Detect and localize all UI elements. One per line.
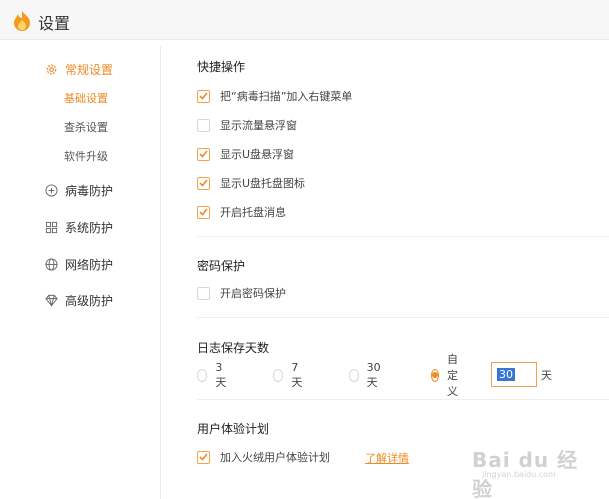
option-label: 加入火绒用户体验计划	[220, 451, 330, 464]
learn-more-link[interactable]: 了解详情	[365, 450, 409, 466]
sidebar-item-label: 系统防护	[65, 220, 114, 235]
days-unit-label: 天	[541, 369, 552, 382]
radio-7-days[interactable]: 7天	[273, 361, 305, 389]
sidebar-item-label: 常规设置	[65, 62, 114, 77]
section-title-quick: 快捷操作	[197, 60, 246, 74]
sidebar-item-system[interactable]: 系统防护	[44, 217, 113, 237]
checkbox[interactable]	[197, 205, 210, 219]
option-label: 开启密码保护	[220, 287, 286, 300]
radio-label: 3天	[215, 360, 227, 389]
checkbox[interactable]	[197, 89, 210, 103]
subitem-upgrade[interactable]: 软件升级	[64, 147, 108, 165]
section-divider	[197, 236, 609, 237]
title-bar: 设置	[0, 0, 609, 40]
option-label: 把“病毒扫描”加入右键菜单	[220, 90, 353, 103]
option-tray-messages[interactable]: 开启托盘消息	[197, 204, 286, 220]
subitem-scan[interactable]: 查杀设置	[64, 118, 108, 136]
option-label: 显示U盘托盘图标	[220, 177, 306, 190]
option-ux-program[interactable]: 加入火绒用户体验计划	[197, 449, 330, 465]
option-label: 开启托盘消息	[220, 206, 286, 219]
radio-label: 自定义	[447, 353, 458, 398]
subitem-label: 基础设置	[64, 92, 108, 105]
checkbox[interactable]	[197, 450, 210, 464]
fire-logo-icon	[14, 11, 30, 31]
checkbox[interactable]	[197, 147, 210, 161]
settings-content: 快捷操作 把“病毒扫描”加入右键菜单 显示流量悬浮窗 显示U盘悬浮窗 显示U盘托…	[161, 40, 609, 499]
radio-label: 7天	[291, 360, 303, 389]
radio-3-days[interactable]: 3天	[197, 361, 229, 389]
subitem-label: 查杀设置	[64, 121, 108, 134]
grid-icon	[44, 220, 58, 234]
section-divider	[197, 317, 609, 318]
option-label: 显示流量悬浮窗	[220, 119, 297, 132]
sidebar-item-label: 病毒防护	[65, 183, 114, 198]
option-usb-tray-icon[interactable]: 显示U盘托盘图标	[197, 175, 305, 191]
radio-dot[interactable]	[273, 368, 284, 382]
sidebar-item-virus[interactable]: 病毒防护	[44, 180, 113, 200]
subitem-basic[interactable]: 基础设置	[64, 89, 108, 107]
watermark-subtext: jingyan.baidu.com	[482, 470, 556, 479]
section-title-ux: 用户体验计划	[197, 422, 270, 436]
sidebar-item-network[interactable]: 网络防护	[44, 254, 113, 274]
radio-dot[interactable]	[197, 368, 208, 382]
custom-days-input[interactable]: 30	[491, 362, 537, 387]
sidebar-item-advanced[interactable]: 高级防护	[44, 290, 113, 310]
sidebar-item-general[interactable]: 常规设置	[44, 59, 113, 79]
option-usb-float[interactable]: 显示U盘悬浮窗	[197, 146, 294, 162]
checkbox[interactable]	[197, 176, 210, 190]
option-label: 显示U盘悬浮窗	[220, 148, 295, 161]
radio-30-days[interactable]: 30天	[349, 361, 384, 389]
section-title-password: 密码保护	[197, 259, 246, 273]
sidebar-item-label: 网络防护	[65, 257, 114, 272]
radio-dot[interactable]	[349, 368, 359, 382]
sidebar: 常规设置 基础设置 查杀设置 软件升级 病毒防护 系统防护 网络防护 高级防护	[0, 40, 160, 499]
subitem-label: 软件升级	[64, 150, 108, 163]
section-divider	[197, 399, 609, 400]
checkbox[interactable]	[197, 118, 210, 132]
baidu-watermark: Bai du 经验 jingyan.baidu.com	[472, 438, 590, 499]
option-password-protect[interactable]: 开启密码保护	[197, 285, 286, 301]
plus-circle-icon	[44, 183, 58, 197]
section-title-log: 日志保存天数	[197, 341, 270, 355]
radio-label: 30天	[366, 360, 381, 389]
option-scan-context-menu[interactable]: 把“病毒扫描”加入右键菜单	[197, 88, 352, 104]
checkbox[interactable]	[197, 286, 210, 300]
diamond-icon	[44, 293, 58, 307]
globe-icon	[44, 257, 58, 271]
radio-custom-days[interactable]: 自定义	[431, 353, 463, 398]
window-title: 设置	[38, 14, 71, 33]
radio-dot[interactable]	[431, 368, 439, 382]
option-traffic-float[interactable]: 显示流量悬浮窗	[197, 117, 297, 133]
gear-icon	[44, 62, 58, 76]
sidebar-item-label: 高级防护	[65, 293, 114, 308]
custom-days-value: 30	[497, 368, 515, 381]
